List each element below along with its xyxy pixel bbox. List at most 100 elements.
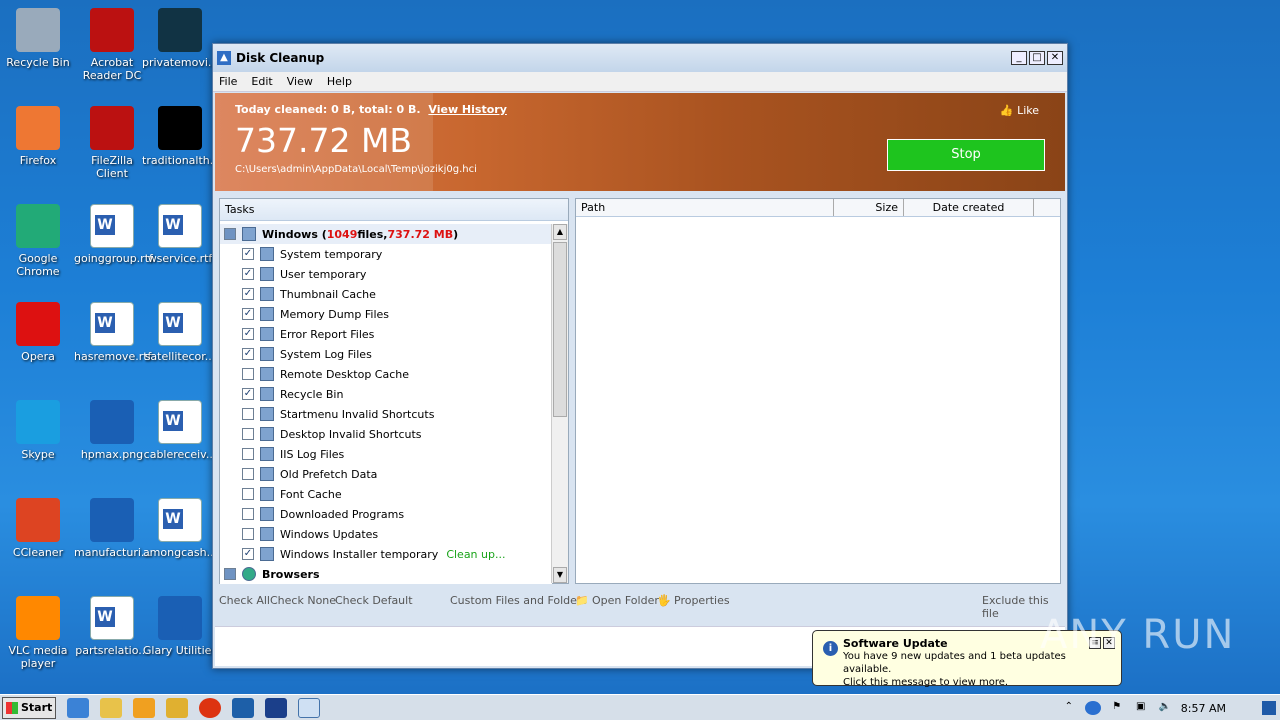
desktop-icon[interactable]: traditionalth... — [142, 106, 220, 167]
task-item[interactable]: ✓ System Log Files — [220, 344, 552, 364]
task-item[interactable]: Windows Updates — [220, 524, 552, 544]
view-history-link[interactable]: View History — [428, 103, 506, 116]
task-item[interactable]: Desktop Invalid Shortcuts — [220, 424, 552, 444]
task-checkbox[interactable] — [242, 408, 254, 420]
task-item-icon — [260, 387, 274, 401]
desktop-icon[interactable]: Glary Utilities — [142, 596, 218, 657]
desktop-icon[interactable]: satellitecor... — [142, 302, 218, 363]
desktop-icon[interactable]: VLC media player — [0, 596, 76, 670]
maximize-button[interactable]: □ — [1029, 51, 1045, 65]
open-folder-link[interactable]: Open Folder — [592, 594, 659, 607]
task-item[interactable]: Downloaded Programs — [220, 504, 552, 524]
glary-icon[interactable] — [232, 697, 254, 718]
task-checkbox[interactable]: ✓ — [242, 308, 254, 320]
desktop-icon[interactable]: hasremove.rtf — [74, 302, 151, 363]
column-path[interactable]: Path — [576, 199, 834, 216]
check-none-link[interactable]: Check None — [270, 594, 336, 607]
column-date-created[interactable]: Date created — [904, 199, 1034, 216]
task-item[interactable]: ✓ System temporary — [220, 244, 552, 264]
minimize-button[interactable]: _ — [1011, 51, 1027, 65]
task-item[interactable]: ✓ Recycle Bin — [220, 384, 552, 404]
custom-files-link[interactable]: Custom Files and Folders — [450, 594, 587, 607]
scroll-down-button[interactable]: ▼ — [553, 567, 567, 583]
task-checkbox[interactable] — [242, 528, 254, 540]
desktop-icon[interactable]: privatemovi... — [142, 8, 218, 69]
check-all-link[interactable]: Check All — [219, 594, 270, 607]
desktop-icon[interactable]: FileZilla Client — [74, 106, 150, 180]
desktop-icon[interactable]: manufacturi... — [74, 498, 151, 559]
menu-help[interactable]: Help — [327, 75, 352, 88]
app-icon-taskbar[interactable] — [265, 697, 287, 718]
menu-view[interactable]: View — [287, 75, 313, 88]
task-checkbox[interactable] — [242, 448, 254, 460]
task-item[interactable]: Startmenu Invalid Shortcuts — [220, 404, 552, 424]
column-size[interactable]: Size — [834, 199, 904, 216]
show-desktop-button[interactable] — [1262, 701, 1276, 715]
task-item[interactable]: ✓ Memory Dump Files — [220, 304, 552, 324]
task-checkbox[interactable] — [242, 488, 254, 500]
task-checkbox[interactable]: ✓ — [242, 288, 254, 300]
scroll-up-button[interactable]: ▲ — [553, 224, 567, 240]
network-icon[interactable]: ▣ — [1133, 701, 1149, 715]
update-tray-icon[interactable] — [1084, 701, 1101, 715]
desktop-icon-label: VLC media player — [8, 644, 68, 670]
task-item[interactable]: IIS Log Files — [220, 444, 552, 464]
desktop-icon[interactable]: goinggroup.rtf — [74, 204, 153, 265]
start-button[interactable]: Start — [2, 696, 56, 719]
group-browsers[interactable]: Browsers — [220, 564, 552, 584]
task-checkbox[interactable] — [242, 368, 254, 380]
task-item[interactable]: ✓ Error Report Files — [220, 324, 552, 344]
task-checkbox[interactable]: ✓ — [242, 328, 254, 340]
desktop-icon[interactable]: Recycle Bin — [0, 8, 76, 69]
desktop-icon[interactable]: Firefox — [0, 106, 76, 167]
task-item[interactable]: ✓ Windows Installer temporary Clean up... — [220, 544, 552, 564]
desktop-icon[interactable]: Acrobat Reader DC — [74, 8, 150, 82]
desktop-icon[interactable]: amongcash... — [142, 498, 218, 559]
task-checkbox[interactable]: ✓ — [242, 268, 254, 280]
task-item[interactable]: ✓ User temporary — [220, 264, 552, 284]
ie-icon[interactable] — [67, 697, 89, 718]
explorer-icon[interactable] — [100, 697, 122, 718]
tasks-scrollbar[interactable]: ▲ ▼ — [551, 224, 568, 583]
menu-edit[interactable]: Edit — [251, 75, 272, 88]
check-default-link[interactable]: Check Default — [335, 594, 413, 607]
rtf-file-icon — [158, 498, 202, 542]
desktop-icon[interactable]: CCleaner — [0, 498, 76, 559]
desktop-icon[interactable]: Opera — [0, 302, 76, 363]
desktop-icon[interactable]: Skype — [0, 400, 76, 461]
desktop-icon[interactable]: Google Chrome — [0, 204, 76, 278]
task-checkbox[interactable]: ✓ — [242, 248, 254, 260]
task-checkbox[interactable] — [242, 508, 254, 520]
desktop-icon[interactable]: partsrelatio... — [74, 596, 150, 657]
group-checkbox[interactable] — [224, 568, 236, 580]
close-button[interactable]: ✕ — [1047, 51, 1063, 65]
scroll-thumb[interactable] — [553, 242, 567, 417]
title-bar: ▲ Disk Cleanup _ □ ✕ — [213, 44, 1067, 72]
group-windows[interactable]: Windows (1049 files, 737.72 MB) — [220, 224, 552, 244]
task-item[interactable]: Remote Desktop Cache — [220, 364, 552, 384]
like-button[interactable]: 👍 Like — [1000, 104, 1039, 117]
disk-cleanup-taskbar-button[interactable] — [298, 697, 320, 718]
clock[interactable]: 8:57 AM — [1181, 702, 1226, 715]
desktop-icon[interactable]: hpmax.png — [74, 400, 150, 461]
task-item[interactable]: Old Prefetch Data — [220, 464, 552, 484]
task-item[interactable]: Font Cache — [220, 484, 552, 504]
task-checkbox[interactable]: ✓ — [242, 348, 254, 360]
desktop-icon[interactable]: cablereceiv... — [142, 400, 218, 461]
stop-button[interactable]: Stop — [887, 139, 1045, 171]
task-checkbox[interactable] — [242, 468, 254, 480]
properties-link[interactable]: Properties — [674, 594, 730, 607]
menu-file[interactable]: File — [219, 75, 237, 88]
task-item[interactable]: ✓ Thumbnail Cache — [220, 284, 552, 304]
show-hidden-icons-icon[interactable]: ⌃ — [1061, 701, 1077, 715]
flag-icon[interactable]: ⚑ — [1109, 701, 1125, 715]
task-checkbox[interactable]: ✓ — [242, 548, 254, 560]
task-checkbox[interactable] — [242, 428, 254, 440]
group-checkbox[interactable] — [224, 228, 236, 240]
desktop-icon[interactable]: wservice.rtf — [142, 204, 218, 265]
opera-icon[interactable] — [199, 697, 221, 718]
chrome-icon[interactable] — [166, 697, 188, 718]
media-player-icon[interactable] — [133, 697, 155, 718]
volume-icon[interactable]: 🔈 — [1157, 701, 1173, 715]
task-checkbox[interactable]: ✓ — [242, 388, 254, 400]
